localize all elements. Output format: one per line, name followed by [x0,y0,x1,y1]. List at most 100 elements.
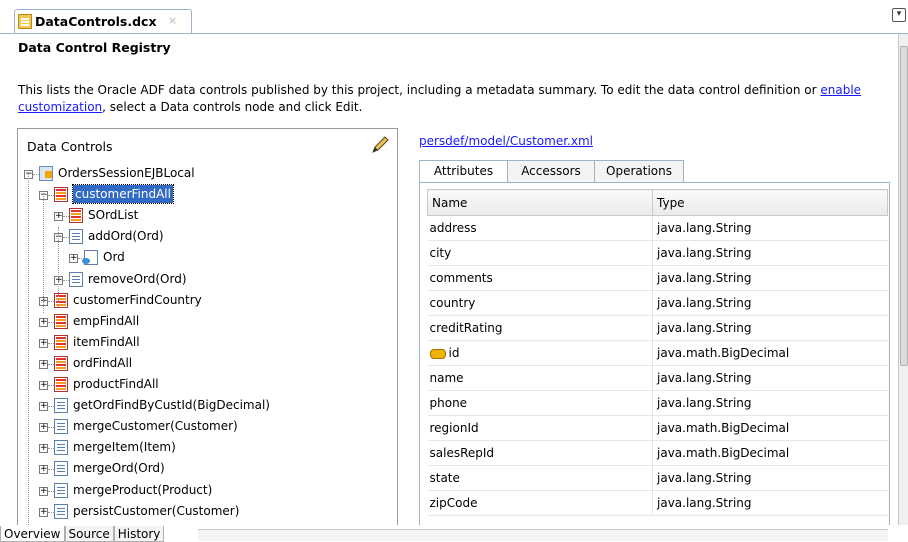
collection-icon [54,314,68,329]
collection-icon [54,335,68,350]
tab-strip-divider [0,33,908,34]
tree-item[interactable]: − OrdersSessionEJBLocal [18,164,397,184]
expand-toggle-icon[interactable]: + [39,444,48,453]
expand-toggle-icon[interactable]: + [69,254,78,263]
tab-attributes[interactable]: Attributes [419,160,508,183]
expand-toggle-icon[interactable]: + [39,423,48,432]
tree-item[interactable]: + mergeOrd(Ord) [18,459,397,479]
table-row[interactable]: regionId java.math.BigDecimal [427,415,888,441]
table-row[interactable]: country java.lang.String [427,290,888,316]
collection-icon [54,293,68,308]
tree-item[interactable]: − addOrd(Ord) [18,227,397,247]
attribute-type-cell: java.math.BigDecimal [652,440,888,466]
attribute-name-cell: state [427,465,653,491]
horizontal-scrollbar[interactable] [198,529,888,541]
table-row[interactable]: comments java.lang.String [427,265,888,291]
collection-icon [54,187,68,202]
tree-item-label: removeOrd(Ord) [88,272,187,286]
parameter-icon [82,250,98,265]
attribute-name: name [429,371,464,385]
tree-guide-line [43,193,45,313]
column-header-name[interactable]: Name [427,189,653,216]
tree-item[interactable]: + mergeCustomer(Customer) [18,417,397,437]
attribute-type-cell: java.math.BigDecimal [652,340,888,366]
tree-item[interactable]: + removeOrd(Ord) [18,270,397,290]
attribute-name-cell: phone [427,390,653,416]
attribute-name-cell: name [427,365,653,391]
attribute-type-cell: java.lang.String [652,390,888,416]
table-row[interactable]: salesRepId java.math.BigDecimal [427,440,888,466]
ejb-bean-icon [39,166,53,181]
tree-item-label: empFindAll [73,314,140,328]
editor-vertical-scrollbar[interactable] [898,34,908,542]
expand-toggle-icon[interactable]: + [39,339,48,348]
intro-text-before: This lists the Oracle ADF data controls … [18,83,821,97]
tab-operations[interactable]: Operations [594,160,684,182]
tree-item[interactable]: + productFindAll [18,375,397,395]
tree-item[interactable]: + empFindAll [18,312,397,332]
attribute-name-cell: city [427,240,653,266]
column-header-type[interactable]: Type [652,189,888,216]
expand-toggle-icon[interactable]: + [39,487,48,496]
tab-close-icon[interactable]: × [168,14,177,27]
attribute-name: phone [429,396,468,410]
attributes-table: Name Type address java.lang.String city jav… [427,189,888,516]
intro-text-after: , select a Data controls node and click … [102,100,363,114]
tab-accessors[interactable]: Accessors [507,160,595,182]
tree-item[interactable]: + mergeProduct(Product) [18,481,397,501]
expand-toggle-icon[interactable]: + [39,381,48,390]
tab-source[interactable]: Source [64,526,114,542]
expand-toggle-icon[interactable]: + [39,402,48,411]
expand-toggle-icon[interactable]: + [39,465,48,474]
table-row[interactable]: id java.math.BigDecimal [427,340,888,366]
customer-xml-link[interactable]: persdef/model/Customer.xml [419,134,593,148]
attribute-type-cell: java.lang.String [652,490,888,516]
data-controls-panel: Data Controls − OrdersSessionEJBLocal − cus… [17,128,398,534]
tree-item-label: getOrdFindByCustId(BigDecimal) [73,398,270,412]
attribute-name-cell: address [427,215,653,241]
table-row[interactable]: city java.lang.String [427,240,888,266]
table-row[interactable]: zipCode java.lang.String [427,490,888,516]
tree-item-label: mergeItem(Item) [73,440,176,454]
tab-history[interactable]: History [113,526,165,542]
table-row[interactable]: name java.lang.String [427,365,888,391]
tree-item[interactable]: + persistCustomer(Customer) [18,502,397,522]
table-row[interactable]: address java.lang.String [427,215,888,241]
tree-item[interactable]: − customerFindAll [18,184,397,205]
attribute-name-cell: zipCode [427,490,653,516]
edit-pencil-icon[interactable] [369,134,391,156]
collection-icon [54,356,68,371]
table-row[interactable]: creditRating java.lang.String [427,315,888,341]
table-row[interactable]: state java.lang.String [427,465,888,491]
tree-item[interactable]: + mergeItem(Item) [18,438,397,458]
scrollbar-thumb[interactable] [900,46,908,366]
table-row[interactable]: phone java.lang.String [427,390,888,416]
tree-item[interactable]: + Ord [18,248,397,268]
expand-toggle-icon[interactable]: + [39,318,48,327]
attribute-name: city [429,246,452,260]
attribute-type-cell: java.math.BigDecimal [652,415,888,441]
tree-item[interactable]: + customerFindCountry [18,291,397,311]
tree-item-label: persistCustomer(Customer) [73,504,240,518]
expand-toggle-icon[interactable]: + [39,360,48,369]
expand-toggle-icon[interactable]: + [39,508,48,517]
tree-guide-line [28,172,30,529]
attribute-type-cell: java.lang.String [652,290,888,316]
tab-list-dropdown-icon[interactable]: ▾ [892,8,906,22]
tree-item[interactable]: + ordFindAll [18,354,397,374]
tab-overview[interactable]: Overview [0,526,65,542]
attribute-name: salesRepId [429,446,495,460]
intro-description: This lists the Oracle ADF data controls … [18,82,886,116]
attribute-type-cell: java.lang.String [652,215,888,241]
method-icon [54,483,68,498]
tab-datacontrols-dcx[interactable]: DataControls.dcx × [14,9,192,34]
table-header-row: Name Type [427,189,888,216]
attribute-name: country [429,296,476,310]
tree-item[interactable]: + getOrdFindByCustId(BigDecimal) [18,396,397,416]
method-icon [54,504,68,519]
attribute-type-cell: java.lang.String [652,265,888,291]
tree-item[interactable]: + SOrdList [18,206,397,226]
tree-item[interactable]: + itemFindAll [18,333,397,353]
collection-icon [54,377,68,392]
expand-toggle-icon[interactable]: + [54,212,63,221]
